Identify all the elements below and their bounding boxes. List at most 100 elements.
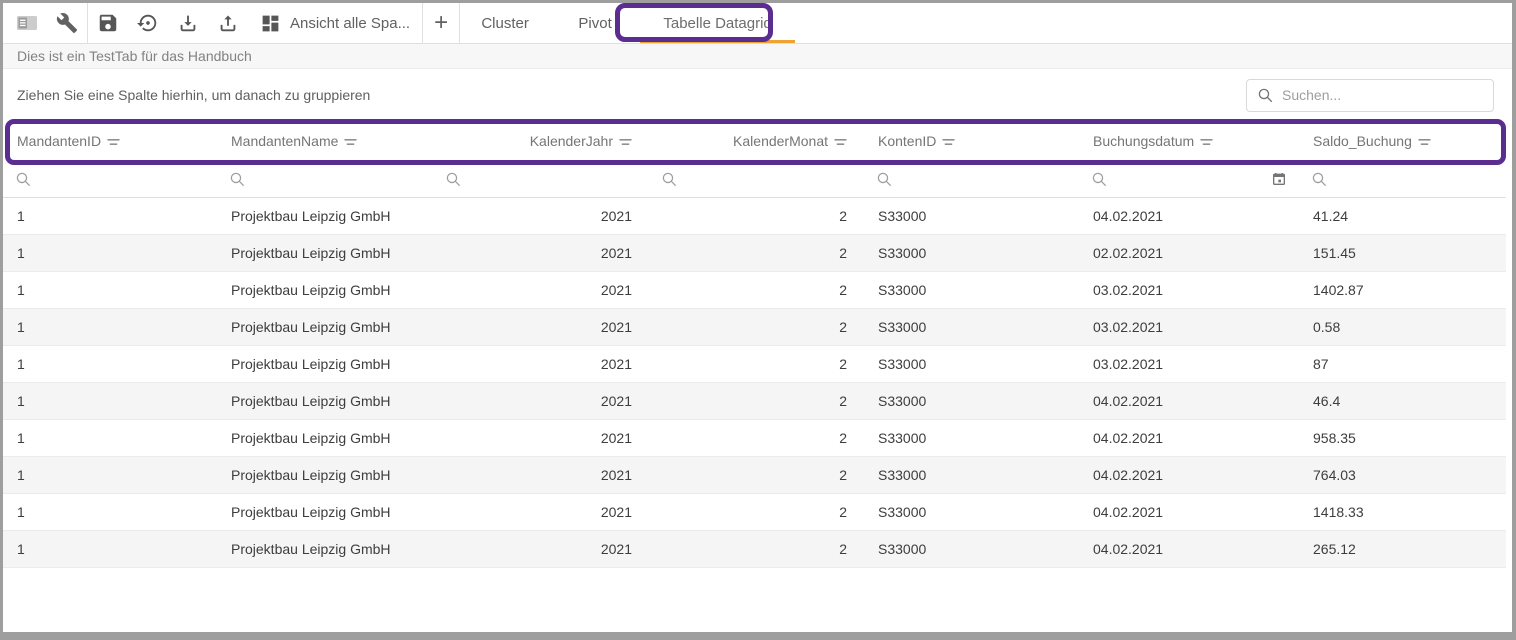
cell-mandantenname: Projektbau Leipzig GmbH [217, 494, 433, 530]
column-filter-icon[interactable] [619, 138, 632, 147]
table-row[interactable]: 1Projektbau Leipzig GmbH20212S3300004.02… [3, 494, 1506, 531]
column-filter-icon[interactable] [344, 138, 357, 147]
column-filter-icon[interactable] [834, 138, 847, 147]
upload-button[interactable] [208, 3, 248, 43]
column-filter-icon[interactable] [942, 138, 955, 147]
table-row[interactable]: 1Projektbau Leipzig GmbH20212S3300003.02… [3, 272, 1506, 309]
download-button[interactable] [168, 3, 208, 43]
cell-kalenderjahr: 2021 [433, 383, 649, 419]
cell-kalenderjahr: 2021 [433, 235, 649, 271]
column-header-label: Saldo_Buchung [1313, 133, 1412, 149]
cell-kalenderjahr: 2021 [433, 198, 649, 234]
search-icon[interactable] [1091, 171, 1108, 188]
filter-cell-mandantenid[interactable] [3, 161, 217, 197]
cell-saldo-buchung: 46.4 [1299, 383, 1506, 419]
cell-buchungsdatum: 04.02.2021 [1079, 457, 1299, 493]
cell-buchungsdatum: 04.02.2021 [1079, 198, 1299, 234]
cell-kontenid: S33000 [864, 309, 1079, 345]
column-header-saldo-buchung[interactable]: Saldo_Buchung [1299, 121, 1506, 161]
column-header-kalenderjahr[interactable]: KalenderJahr [433, 121, 649, 161]
cell-saldo-buchung: 958.35 [1299, 420, 1506, 456]
cell-buchungsdatum: 03.02.2021 [1079, 346, 1299, 382]
table-row[interactable]: 1Projektbau Leipzig GmbH20212S3300002.02… [3, 235, 1506, 272]
column-header-mandantenid[interactable]: MandantenID [3, 121, 217, 161]
wrench-icon [56, 12, 78, 34]
add-tab-button[interactable]: + [423, 3, 459, 43]
save-button[interactable] [88, 3, 128, 43]
table-row[interactable]: 1Projektbau Leipzig GmbH20212S3300004.02… [3, 457, 1506, 494]
column-header-buchungsdatum[interactable]: Buchungsdatum [1079, 121, 1299, 161]
filter-cell-mandantenname[interactable] [217, 161, 433, 197]
cell-saldo-buchung: 41.24 [1299, 198, 1506, 234]
cell-saldo-buchung: 151.45 [1299, 235, 1506, 271]
tab-cluster[interactable]: Cluster [460, 3, 550, 43]
cell-kalendermonat: 2 [649, 383, 864, 419]
search-box[interactable] [1246, 79, 1494, 112]
cell-kontenid: S33000 [864, 198, 1079, 234]
toolbar: Ansicht alle Spa... + ClusterPivotTabell… [3, 3, 1512, 44]
column-header-kontenid[interactable]: KontenID [864, 121, 1079, 161]
search-icon[interactable] [1311, 171, 1328, 188]
filter-cell-kontenid[interactable] [864, 161, 1079, 197]
tab-pivot[interactable]: Pivot [550, 3, 640, 43]
cell-kontenid: S33000 [864, 272, 1079, 308]
column-header-label: MandantenID [17, 133, 101, 149]
search-icon[interactable] [229, 171, 246, 188]
search-icon[interactable] [876, 171, 893, 188]
cell-kalendermonat: 2 [649, 346, 864, 382]
cell-mandantenid: 1 [3, 457, 217, 493]
cell-buchungsdatum: 03.02.2021 [1079, 309, 1299, 345]
cell-kalendermonat: 2 [649, 272, 864, 308]
column-filter-icon[interactable] [107, 138, 120, 147]
column-header-kalendermonat[interactable]: KalenderMonat [649, 121, 864, 161]
group-panel[interactable]: Ziehen Sie eine Spalte hierhin, um danac… [3, 69, 1512, 121]
table-row[interactable]: 1Projektbau Leipzig GmbH20212S3300004.02… [3, 420, 1506, 457]
cell-mandantenid: 1 [3, 346, 217, 382]
search-icon[interactable] [15, 171, 32, 188]
cell-mandantenid: 1 [3, 383, 217, 419]
cell-buchungsdatum: 04.02.2021 [1079, 494, 1299, 530]
tab-bar: ClusterPivotTabelle Datagrid [460, 3, 795, 43]
column-filter-icon[interactable] [1200, 138, 1213, 147]
table-row[interactable]: 1Projektbau Leipzig GmbH20212S3300003.02… [3, 346, 1506, 383]
cell-saldo-buchung: 0.58 [1299, 309, 1506, 345]
cell-kalenderjahr: 2021 [433, 494, 649, 530]
cell-kalendermonat: 2 [649, 531, 864, 567]
tab-tabelle-datagrid[interactable]: Tabelle Datagrid [640, 3, 795, 43]
table-row[interactable]: 1Projektbau Leipzig GmbH20212S3300004.02… [3, 531, 1506, 568]
column-header-label: KalenderJahr [530, 133, 613, 149]
calendar-icon[interactable] [1271, 171, 1287, 187]
view-all-columns-button[interactable]: Ansicht alle Spa... [248, 3, 422, 43]
column-header-mandantenname[interactable]: MandantenName [217, 121, 433, 161]
search-icon[interactable] [445, 171, 462, 188]
restore-button[interactable] [128, 3, 168, 43]
datagrid: MandantenID MandantenName KalenderJahr Kale… [3, 121, 1506, 568]
column-filter-icon[interactable] [1418, 138, 1431, 147]
search-input[interactable] [1282, 87, 1483, 103]
cell-kalenderjahr: 2021 [433, 531, 649, 567]
cell-kontenid: S33000 [864, 494, 1079, 530]
cell-kalenderjahr: 2021 [433, 309, 649, 345]
cell-kalendermonat: 2 [649, 309, 864, 345]
filter-cell-saldo-buchung[interactable] [1299, 161, 1506, 197]
table-row[interactable]: 1Projektbau Leipzig GmbH20212S3300004.02… [3, 198, 1506, 235]
header-row: MandantenID MandantenName KalenderJahr Kale… [3, 121, 1506, 161]
filter-cell-kalendermonat[interactable] [649, 161, 864, 197]
cell-kalendermonat: 2 [649, 457, 864, 493]
cell-mandantenname: Projektbau Leipzig GmbH [217, 198, 433, 234]
cell-mandantenname: Projektbau Leipzig GmbH [217, 531, 433, 567]
save-icon [97, 12, 119, 34]
search-icon[interactable] [661, 171, 678, 188]
cell-kontenid: S33000 [864, 457, 1079, 493]
table-row[interactable]: 1Projektbau Leipzig GmbH20212S3300003.02… [3, 309, 1506, 346]
cell-kalendermonat: 2 [649, 235, 864, 271]
filter-cell-kalenderjahr[interactable] [433, 161, 649, 197]
settings-button[interactable] [47, 3, 87, 43]
filter-cell-buchungsdatum[interactable] [1079, 161, 1299, 197]
cell-kalendermonat: 2 [649, 494, 864, 530]
cell-mandantenid: 1 [3, 235, 217, 271]
table-row[interactable]: 1Projektbau Leipzig GmbH20212S3300004.02… [3, 383, 1506, 420]
column-header-label: KontenID [878, 133, 936, 149]
panel-toggle-button[interactable] [7, 3, 47, 43]
cell-mandantenname: Projektbau Leipzig GmbH [217, 272, 433, 308]
